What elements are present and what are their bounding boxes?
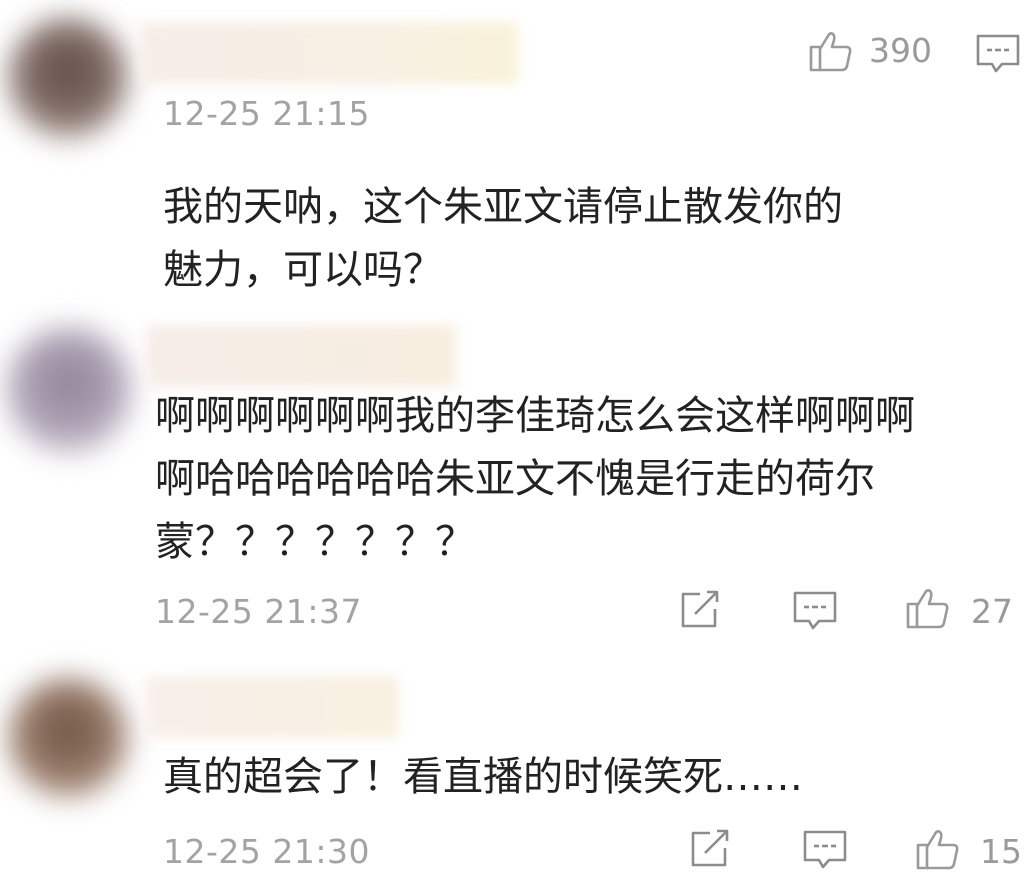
comment-text-line: 蒙？？？？？？？ (155, 519, 475, 565)
comment-timestamp: 12-25 21:30 (163, 832, 370, 871)
comment-icon[interactable] (802, 828, 848, 872)
comment-icon[interactable] (975, 32, 1021, 76)
username-blurred[interactable] (140, 22, 518, 84)
comment-item: 真的超会了！看直播的时候笑死…… 12-25 21:30 15 (0, 650, 1032, 886)
username-blurred[interactable] (146, 325, 456, 387)
comment-item: 390 12-25 21:15 我的天呐，这个朱亚文请停止散发你的 魅力，可以吗… (0, 0, 1032, 305)
comment-item: 啊啊啊啊啊啊我的李佳琦怎么会这样啊啊啊 啊哈哈哈哈哈哈朱亚文不愧是行走的荷尔 蒙… (0, 305, 1032, 650)
comment-text-line: 啊啊啊啊啊啊我的李佳琦怎么会这样啊啊啊 (155, 393, 915, 439)
share-icon[interactable] (678, 589, 722, 631)
comment-text-line: 真的超会了！看直播的时候笑死…… (163, 754, 803, 800)
comment-timestamp: 12-25 21:15 (163, 94, 370, 133)
like-count: 27 (971, 592, 1013, 631)
comment-text-line: 魅力，可以吗？ (163, 247, 443, 293)
like-count: 390 (869, 31, 932, 70)
avatar[interactable] (6, 327, 132, 453)
comment-text-line: 我的天呐，这个朱亚文请停止散发你的 (163, 184, 843, 230)
share-icon[interactable] (688, 828, 732, 870)
comment-text-line: 啊哈哈哈哈哈哈朱亚文不愧是行走的荷尔 (155, 456, 875, 502)
comment-icon[interactable] (792, 589, 838, 633)
avatar[interactable] (8, 678, 128, 798)
avatar[interactable] (8, 18, 128, 138)
username-blurred[interactable] (146, 676, 398, 738)
thumbs-up-icon[interactable] (905, 585, 951, 631)
comment-timestamp: 12-25 21:37 (155, 592, 362, 631)
thumbs-up-icon[interactable] (808, 28, 854, 74)
thumbs-up-icon[interactable] (915, 826, 961, 872)
like-count: 15 (980, 832, 1022, 871)
